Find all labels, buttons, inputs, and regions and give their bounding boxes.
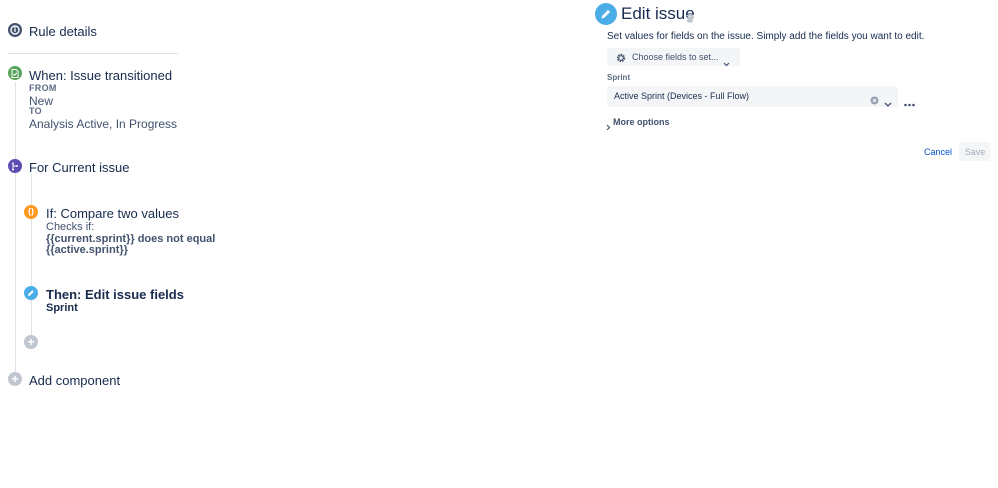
add-component-icon[interactable]: +	[8, 372, 22, 386]
braces-glyph: {}	[27, 207, 35, 216]
save-button[interactable]: Save	[959, 142, 991, 161]
chevron-right-icon	[606, 118, 611, 136]
clear-icon[interactable]	[870, 92, 879, 110]
action-field: Sprint	[46, 302, 78, 314]
sprint-select-value: Active Sprint (Devices - Full Flow)	[614, 91, 750, 101]
add-component-button[interactable]: Add component	[29, 373, 120, 388]
action-title[interactable]: Then: Edit issue fields	[46, 287, 184, 302]
divider	[8, 53, 178, 54]
sprint-select[interactable]: Active Sprint (Devices - Full Flow)	[607, 86, 898, 107]
delete-icon[interactable]	[686, 10, 694, 28]
choose-fields-dropdown[interactable]: Choose fields to set...	[607, 48, 740, 69]
panel-title: Edit issue	[621, 4, 695, 23]
condition-expression-line2: {{active.sprint}}	[46, 244, 128, 256]
trigger-to-label: TO	[29, 106, 42, 116]
condition-icon[interactable]: {}	[24, 205, 38, 219]
trigger-icon[interactable]	[8, 66, 22, 80]
connector-line-branch	[31, 174, 32, 342]
trigger-title[interactable]: When: Issue transitioned	[29, 68, 172, 83]
panel-description: Set values for fields on the issue. Simp…	[607, 31, 925, 42]
trigger-to-value: Analysis Active, In Progress	[29, 117, 178, 131]
branch-icon[interactable]	[8, 159, 22, 173]
more-actions-icon[interactable]	[904, 94, 915, 112]
save-button-label: Save	[964, 146, 986, 157]
rule-details-icon[interactable]	[8, 23, 22, 37]
condition-checks-label: Checks if:	[46, 221, 95, 233]
trigger-from-label: FROM	[29, 83, 57, 93]
cancel-button[interactable]: Cancel	[924, 147, 952, 157]
rule-details-link[interactable]: Rule details	[29, 24, 97, 39]
chevron-down-icon	[723, 54, 730, 72]
chevron-down-icon[interactable]	[884, 94, 892, 112]
add-branch-component-icon[interactable]: +	[24, 335, 38, 349]
sprint-field-label: Sprint	[607, 73, 631, 82]
branch-title[interactable]: For Current issue	[29, 160, 129, 175]
edit-issue-pencil-icon	[595, 3, 617, 25]
action-edit-icon[interactable]	[24, 286, 38, 300]
more-options-toggle[interactable]: More options	[606, 117, 686, 131]
gear-icon	[615, 51, 627, 69]
more-options-label: More options	[613, 117, 670, 127]
connector-line-main	[15, 82, 16, 378]
choose-fields-label: Choose fields to set...	[632, 52, 719, 62]
condition-title[interactable]: If: Compare two values	[46, 206, 179, 221]
